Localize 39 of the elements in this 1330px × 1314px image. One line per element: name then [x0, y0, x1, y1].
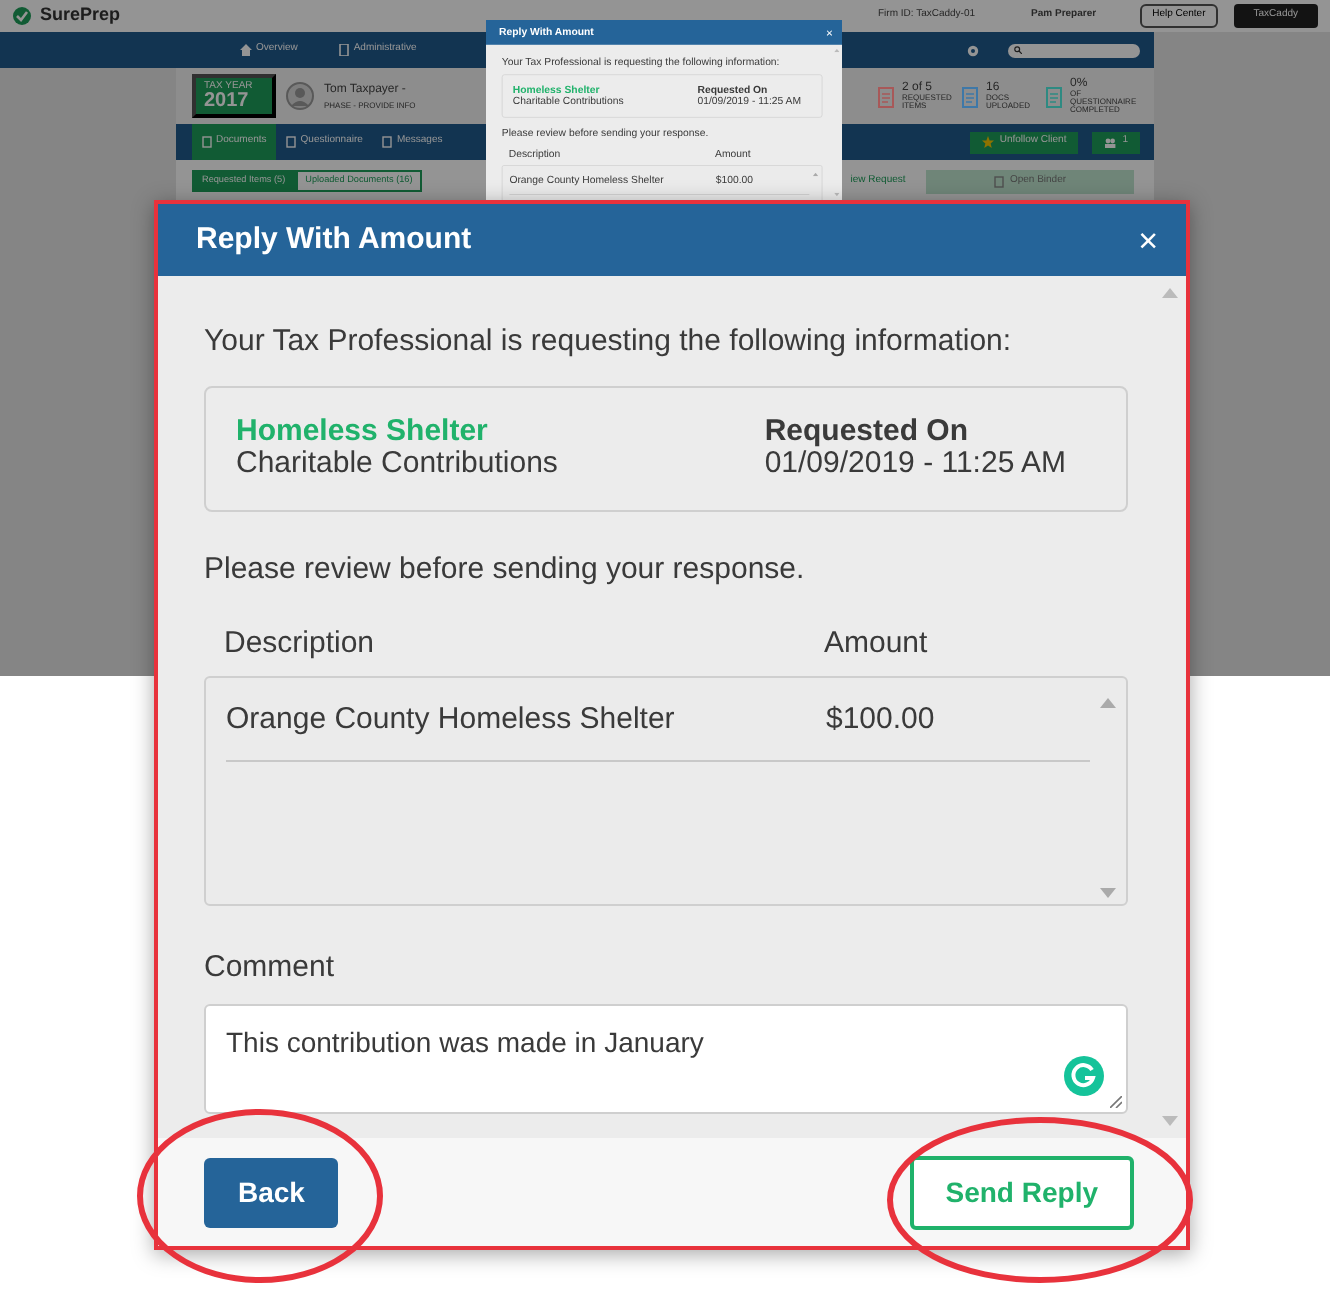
people-icon	[1104, 137, 1117, 147]
resize-grip-icon	[1110, 1096, 1122, 1108]
dialog-title: Reply With Amount	[196, 219, 472, 260]
logo: SurePrep	[40, 2, 121, 29]
scroll-down-icon[interactable]	[1100, 887, 1116, 897]
request-name: Homeless Shelter	[236, 415, 490, 448]
review-text: Please review before sending your response.	[204, 549, 807, 589]
search-field[interactable]	[1008, 43, 1140, 57]
request-category: Charitable Contributions	[236, 448, 558, 481]
document-icon	[382, 136, 393, 148]
comment-field[interactable]: This contribution was made in January	[204, 1004, 1128, 1114]
table-cell-text: $100.00	[826, 699, 935, 739]
document-icon	[202, 136, 212, 148]
back-button[interactable]: Back	[204, 1157, 339, 1227]
requested-on-date: 01/09/2019 - 11:25 AM	[764, 448, 1066, 481]
star-icon	[981, 136, 994, 148]
search-icon	[1014, 46, 1022, 54]
scroll-down-icon[interactable]	[1162, 1116, 1178, 1126]
home-icon	[240, 44, 252, 56]
binder-icon	[993, 176, 1004, 188]
column-header: Description	[224, 624, 377, 664]
intro-text: Your Tax Professional is requesting the following information:	[204, 322, 1014, 362]
scroll-up-icon[interactable]	[812, 172, 819, 176]
settings-icon[interactable]	[966, 43, 980, 57]
scroll-up-icon[interactable]	[1100, 697, 1116, 707]
logo-check-icon	[12, 6, 32, 26]
scroll-up-icon[interactable]	[1162, 288, 1178, 298]
document-icon	[337, 44, 350, 56]
close-button[interactable]: ×	[1134, 223, 1162, 257]
tax-year-value: 2017	[204, 92, 251, 112]
send-reply-button[interactable]: Send Reply	[909, 1155, 1134, 1229]
avatar	[286, 82, 314, 110]
comment-label: Comment	[204, 947, 337, 987]
column-header: Amount	[824, 624, 928, 664]
grammarly-icon	[1064, 1056, 1104, 1096]
document-icon	[286, 136, 297, 148]
table-cell-text: Orange County Homeless Shelter	[226, 699, 677, 739]
requested-on-label: Requested On	[764, 415, 971, 448]
comment-text: This contribution was made in January	[226, 1026, 704, 1058]
